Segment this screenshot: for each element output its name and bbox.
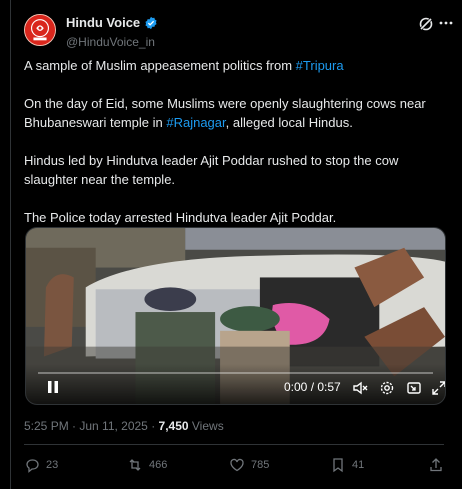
avatar-logo-icon: [25, 15, 55, 45]
hashtag-link[interactable]: #Tripura: [296, 58, 344, 73]
avatar[interactable]: [24, 14, 56, 46]
repost-icon: [129, 459, 141, 471]
views-count: 7,450: [158, 419, 189, 433]
reply-button[interactable]: 23: [24, 457, 58, 473]
share-button[interactable]: [428, 457, 444, 473]
divider: [24, 444, 444, 445]
bookmark-button[interactable]: 41: [330, 457, 364, 473]
author-handle[interactable]: @HinduVoice_in: [66, 35, 158, 49]
tweet-paragraph-1: A sample of Muslim appeasement politics …: [24, 56, 444, 75]
fullscreen-icon[interactable]: [431, 380, 446, 396]
action-bar: 23 466 785 41: [24, 457, 448, 477]
bookmark-icon: [333, 458, 343, 473]
heart-icon: [230, 458, 244, 472]
author-display-name[interactable]: Hindu Voice: [66, 15, 158, 30]
repost-button[interactable]: 466: [127, 457, 167, 473]
paragraph-text: A sample of Muslim appeasement politics …: [24, 58, 296, 73]
tweet-paragraph-2: On the day of Eid, some Muslims were ope…: [24, 94, 444, 132]
like-button[interactable]: 785: [229, 457, 269, 473]
repost-count: 466: [149, 459, 168, 471]
hashtag-link[interactable]: #Rajnagar: [166, 115, 225, 130]
like-count: 785: [251, 459, 270, 471]
more-options-icon[interactable]: [438, 15, 454, 31]
picture-in-picture-icon[interactable]: [406, 380, 422, 396]
video-controls: 0:00 / 0:57: [26, 364, 445, 404]
pause-icon[interactable]: [46, 380, 60, 394]
verified-badge-icon: [145, 16, 157, 29]
video-player[interactable]: 0:00 / 0:57: [25, 227, 446, 405]
paragraph-text: , alleged local Hindus.: [225, 115, 353, 130]
views-label: Views: [188, 419, 224, 433]
video-time: 0:00 / 0:57: [284, 380, 341, 394]
tweet-paragraph-4: The Police today arrested Hindutva leade…: [24, 210, 337, 225]
settings-icon[interactable]: [379, 380, 395, 396]
grok-icon[interactable]: [418, 16, 434, 32]
tweet-card: Hindu Voice @HinduVoice_in A sample of M…: [10, 0, 462, 489]
reply-count: 23: [46, 459, 59, 471]
timestamp[interactable]: 5:25 PM · Jun 11, 2025 ·: [24, 419, 159, 433]
tweet-paragraph-3: Hindus led by Hindutva leader Ajit Podda…: [24, 153, 399, 187]
tweet-header: Hindu Voice @HinduVoice_in: [24, 12, 454, 49]
tweet-meta: 5:25 PM · Jun 11, 2025 · 7,450 Views: [24, 419, 224, 433]
bookmark-count: 41: [352, 459, 365, 471]
author-names: Hindu Voice @HinduVoice_in: [66, 14, 158, 49]
share-icon: [430, 458, 442, 472]
mute-icon[interactable]: [352, 380, 368, 396]
reply-icon: [26, 459, 39, 473]
tweet-body: A sample of Muslim appeasement politics …: [24, 56, 444, 246]
video-progress-bar[interactable]: [38, 372, 433, 374]
display-name-text: Hindu Voice: [66, 15, 141, 30]
